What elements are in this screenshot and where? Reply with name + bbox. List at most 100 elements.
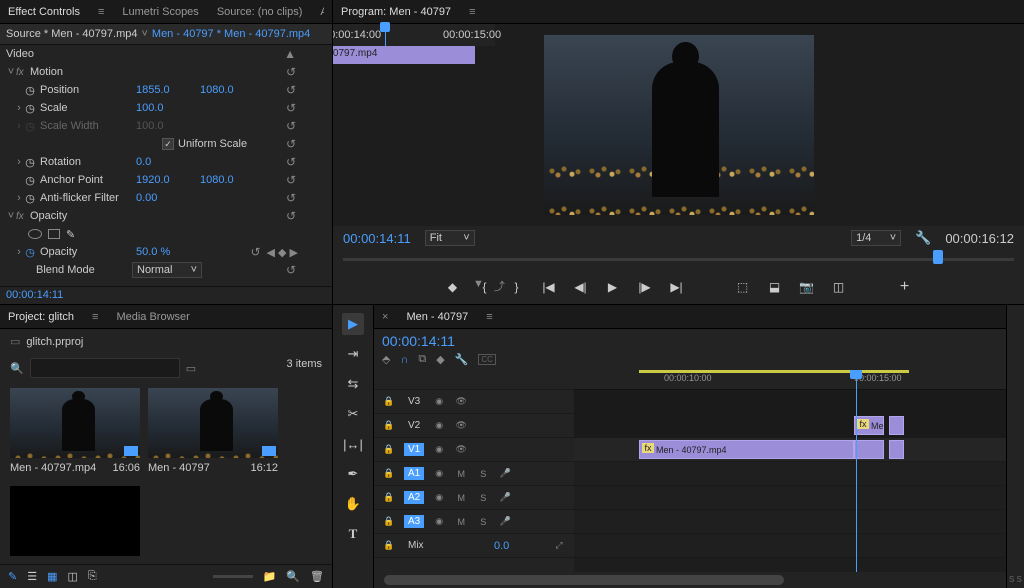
timeline-zoom-scroll[interactable] <box>374 572 1024 588</box>
reset-icon[interactable]: ↺ <box>286 155 296 169</box>
trash-icon[interactable]: 🗑 <box>310 570 324 583</box>
program-timecode[interactable]: 00:00:14:11 <box>343 231 411 246</box>
pen-mask-icon[interactable]: ✎ <box>66 228 75 241</box>
camera-icon[interactable]: 📷 <box>798 278 816 296</box>
fx-target[interactable]: Men - 40797 * Men - 40797.mp4 <box>152 28 310 40</box>
track-header-v3[interactable]: 🔒V3◉👁 <box>374 390 574 414</box>
rect-mask-icon[interactable] <box>48 229 60 239</box>
lock-icon[interactable]: 🔒 <box>382 539 396 553</box>
reset-icon[interactable]: ↺ <box>286 263 296 277</box>
tab-lumetri[interactable]: Lumetri Scopes <box>122 6 198 18</box>
stopwatch-icon[interactable]: ◷ <box>24 174 36 186</box>
slip-tool-icon[interactable]: |↔| <box>342 433 364 455</box>
toggle-output-icon[interactable]: ◉ <box>432 491 446 505</box>
track-mix[interactable] <box>574 534 1024 558</box>
toggle-output-icon[interactable]: ◉ <box>432 395 446 409</box>
rotation-value[interactable]: 0.0 <box>136 156 186 168</box>
antiflicker-value[interactable]: 0.00 <box>136 192 186 204</box>
track-select-tool-icon[interactable]: ⇥ <box>342 343 364 365</box>
mark-in-icon[interactable]: ◆ <box>444 278 462 296</box>
track-v1[interactable]: fxMen - 40797.mp4 <box>574 438 1024 462</box>
eye-icon[interactable]: 👁 <box>454 419 468 433</box>
razor-tool-icon[interactable]: ✂ <box>342 403 364 425</box>
track-header-a2[interactable]: 🔒A2◉MS🎤 <box>374 486 574 510</box>
fx-mini-timeline[interactable] <box>302 45 332 286</box>
mic-icon[interactable]: 🎤 <box>498 491 512 505</box>
tab-source[interactable]: Source: (no clips) <box>217 6 303 18</box>
sort-icon[interactable]: ⎘ <box>88 570 97 583</box>
reset-icon[interactable]: ↺ <box>286 173 296 187</box>
timeline-clip[interactable]: fxMen - 40797.mp4 <box>639 440 854 459</box>
project-item[interactable]: Men - 40797.mp416:06 <box>10 388 140 474</box>
reset-icon[interactable]: ↺ <box>286 83 296 97</box>
tab-sequence[interactable]: Men - 40797 <box>406 311 468 323</box>
cc-icon[interactable]: CC <box>478 354 496 365</box>
stopwatch-icon[interactable]: ◷ <box>24 192 36 204</box>
anchor-x[interactable]: 1920.0 <box>136 174 186 186</box>
play-icon[interactable]: ▶ <box>604 278 622 296</box>
timeline-playhead[interactable] <box>856 370 857 572</box>
track-v3[interactable] <box>574 390 1024 414</box>
timeline-ruler[interactable]: 00:00:10:0000:00:15:0000:00:20:00 <box>574 370 1024 390</box>
timeline-clip[interactable] <box>889 416 904 435</box>
scale-value[interactable]: 100.0 <box>136 102 186 114</box>
uniform-scale-checkbox[interactable]: ✓ <box>162 138 174 150</box>
mic-icon[interactable]: 🎤 <box>498 515 512 529</box>
new-bin-icon[interactable]: 📁 <box>263 570 277 583</box>
toggle-output-icon[interactable]: ◉ <box>432 419 446 433</box>
fx-clip-bar[interactable]: Men - 40797.mp4 <box>333 46 475 64</box>
timeline-clip[interactable] <box>889 440 904 459</box>
search-input[interactable] <box>30 358 180 378</box>
step-back-icon[interactable]: ◀| <box>572 278 590 296</box>
stopwatch-icon[interactable]: ◷ <box>24 246 36 258</box>
pen-tool-icon[interactable]: ✒ <box>342 463 364 485</box>
lock-icon[interactable]: 🔒 <box>382 443 396 457</box>
hamburger-icon[interactable]: ≡ <box>469 6 475 18</box>
tab-program[interactable]: Program: Men - 40797 <box>341 6 451 18</box>
tab-audio-mixer[interactable]: Audio Clip Mixer: Men - 40797 <box>320 6 324 18</box>
track-a2[interactable] <box>574 486 1024 510</box>
lock-icon[interactable]: 🔒 <box>382 395 396 409</box>
collapse-icon[interactable]: ▲ <box>284 47 296 61</box>
filter-icon[interactable]: ▼ <box>473 278 484 298</box>
go-in-icon[interactable]: |◀ <box>540 278 558 296</box>
type-tool-icon[interactable]: T <box>342 523 364 545</box>
compare-icon[interactable]: ◫ <box>830 278 848 296</box>
tab-effect-controls[interactable]: Effect Controls <box>8 6 80 18</box>
track-header-a1[interactable]: 🔒A1◉MS🎤 <box>374 462 574 486</box>
timeline-timecode[interactable]: 00:00:14:11 <box>382 333 1016 349</box>
track-header-mix[interactable]: 🔒Mix0.0⤢ <box>374 534 574 558</box>
tab-media-browser[interactable]: Media Browser <box>116 311 189 323</box>
lock-icon[interactable]: 🔒 <box>382 491 396 505</box>
track-header-v2[interactable]: 🔒V2◉👁 <box>374 414 574 438</box>
linked-icon[interactable]: ⧉ <box>418 353 426 366</box>
hand-tool-icon[interactable]: ✋ <box>342 493 364 515</box>
fit-select[interactable]: Fit˅ <box>425 230 475 246</box>
bracket-icon[interactable]: } <box>508 278 526 296</box>
marker-icon[interactable]: ◆ <box>436 353 444 366</box>
expand-icon[interactable]: ⤢ <box>552 539 566 553</box>
settings-icon[interactable]: 🔧 <box>915 230 931 246</box>
zoom-select[interactable]: 1/4˅ <box>851 230 901 246</box>
track-a1[interactable] <box>574 462 1024 486</box>
new-item-icon[interactable]: ✎ <box>8 570 17 583</box>
position-x[interactable]: 1855.0 <box>136 84 186 96</box>
position-y[interactable]: 1080.0 <box>200 84 250 96</box>
hamburger-icon[interactable]: ≡ <box>92 311 98 323</box>
selection-tool-icon[interactable]: ▶ <box>342 313 364 335</box>
track-header-v1[interactable]: 🔒V1◉👁 <box>374 438 574 462</box>
ripple-tool-icon[interactable]: ⇆ <box>342 373 364 395</box>
reset-icon[interactable]: ↺ <box>286 209 296 223</box>
extract-icon[interactable]: ⬓ <box>766 278 784 296</box>
track-header-a3[interactable]: 🔒A3◉MS🎤 <box>374 510 574 534</box>
icon-view-icon[interactable]: ▦ <box>47 570 57 583</box>
fx-timecode[interactable]: 00:00:14:11 <box>6 289 63 301</box>
toggle-output-icon[interactable]: ◉ <box>432 515 446 529</box>
track-v2[interactable]: fxMe <box>574 414 1024 438</box>
tab-project[interactable]: Project: glitch <box>8 311 74 323</box>
zoom-slider[interactable] <box>213 575 253 578</box>
toggle-output-icon[interactable]: ◉ <box>432 443 446 457</box>
list-view-icon[interactable]: ☰ <box>27 570 37 583</box>
project-item[interactable]: Men - 4079716:12 <box>148 388 278 474</box>
nest-icon[interactable]: ⬘ <box>382 353 390 366</box>
